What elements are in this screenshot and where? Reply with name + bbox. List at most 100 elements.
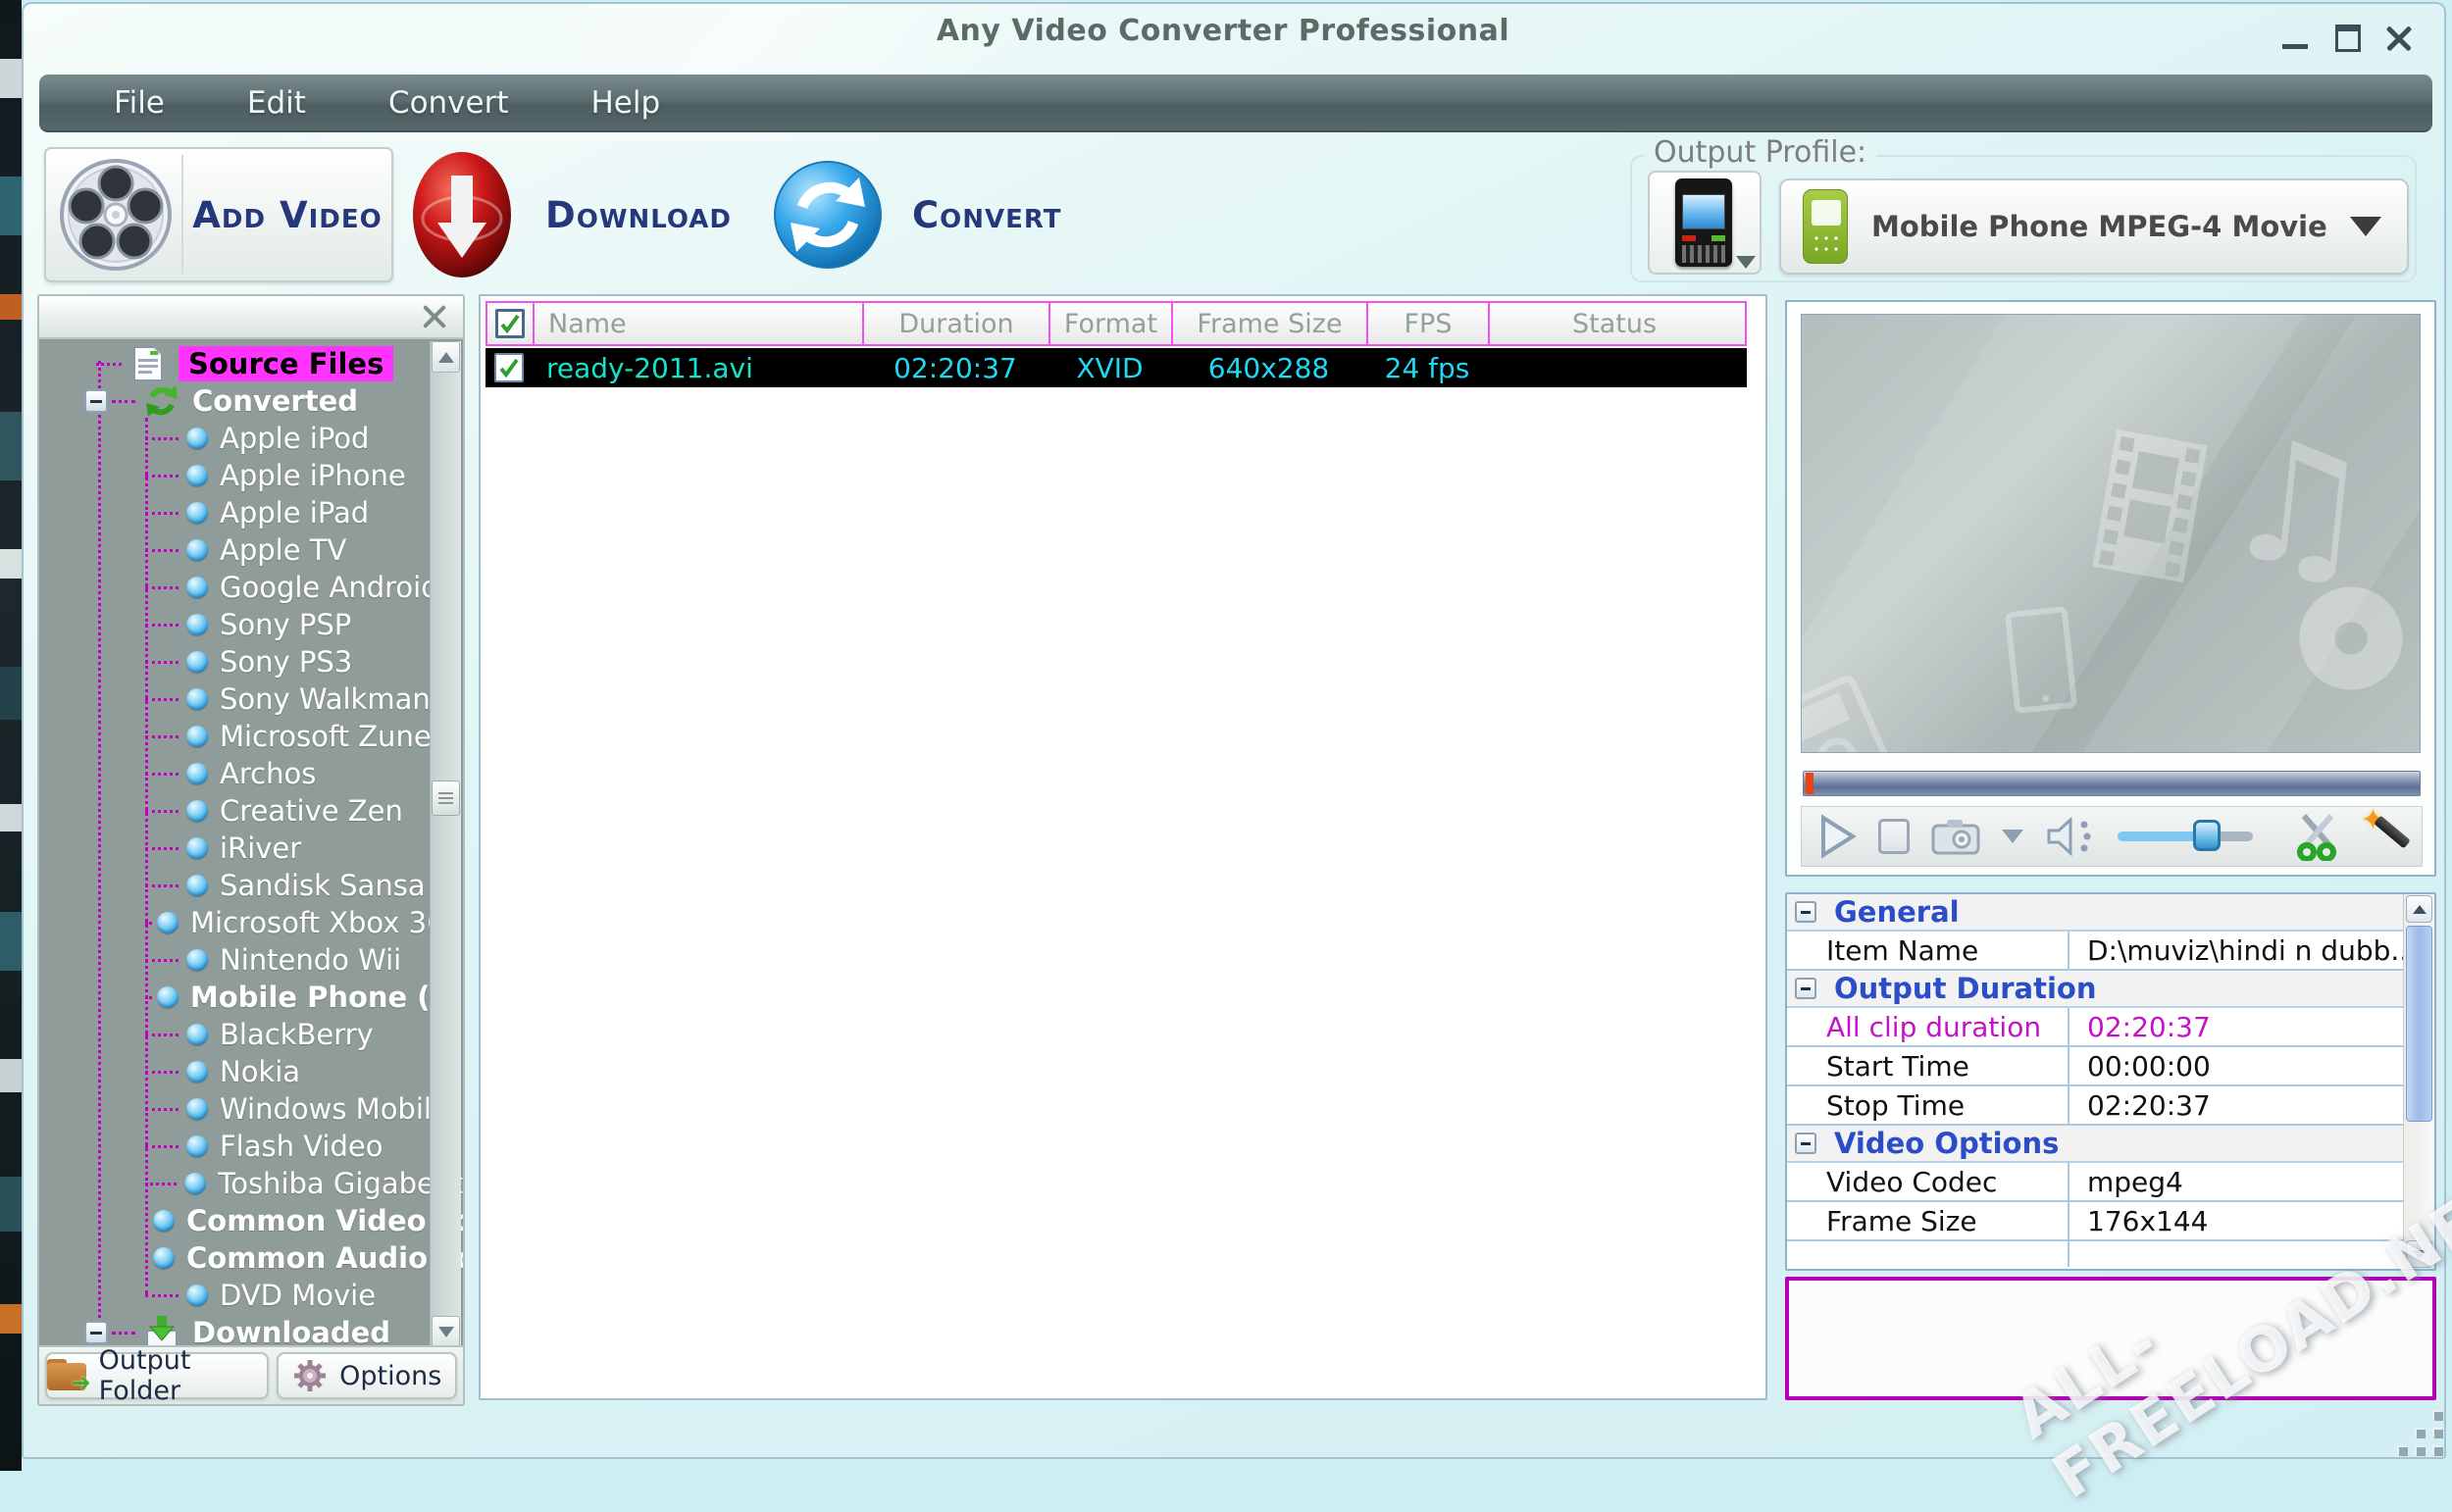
seek-bar[interactable]: [1803, 771, 2421, 796]
tree-scrollbar[interactable]: [430, 341, 461, 1347]
checkbox-checked-icon[interactable]: [494, 353, 524, 382]
maximize-button[interactable]: [2326, 20, 2370, 57]
tree-item-sony-psp[interactable]: Sony PSP: [39, 606, 463, 643]
scrollbar-thumb[interactable]: [432, 781, 460, 816]
tree-item-sony-walkman[interactable]: Sony Walkman: [39, 680, 463, 718]
tree-item-flash-video[interactable]: Flash Video: [39, 1128, 463, 1165]
convert-label: Convert: [912, 194, 1062, 236]
column-header-frame-size[interactable]: Frame Size: [1173, 303, 1368, 344]
properties-scrollbar[interactable]: [2403, 894, 2434, 1269]
menu-help[interactable]: Help: [550, 75, 702, 130]
tree-item-apple-ipad[interactable]: Apple iPad: [39, 494, 463, 531]
tree-item-windows-mobile[interactable]: Windows Mobile: [39, 1090, 463, 1128]
property-value[interactable]: mpeg4: [2068, 1163, 2403, 1200]
tree-item-converted[interactable]: Converted: [39, 382, 463, 420]
minimize-button[interactable]: [2273, 20, 2317, 57]
tree-item-blackberry[interactable]: BlackBerry: [39, 1016, 463, 1053]
section-collapse-icon[interactable]: [1795, 901, 1816, 923]
property-value[interactable]: D:\muviz\hindi n dubb...: [2068, 932, 2403, 969]
tree-item-apple-tv[interactable]: Apple TV: [39, 531, 463, 569]
tree-item-sandisk-sansa[interactable]: Sandisk Sansa: [39, 867, 463, 904]
tree-item-apple-ipod[interactable]: Apple iPod: [39, 420, 463, 457]
output-folder-button[interactable]: ➜ Output Folder: [45, 1352, 269, 1399]
collapse-toggle-icon[interactable]: [84, 1321, 108, 1344]
snapshot-button[interactable]: [1931, 818, 1980, 855]
volume-slider[interactable]: [2118, 832, 2253, 841]
column-header-format[interactable]: Format: [1050, 303, 1173, 344]
device-bullet-icon: [186, 875, 208, 896]
tree-item-google-android[interactable]: Google Android: [39, 569, 463, 606]
menu-edit[interactable]: Edit: [206, 75, 347, 130]
tree-item-common-audio-formats[interactable]: Common Audio For: [39, 1239, 463, 1277]
effects-wand-button[interactable]: ✦: [2363, 813, 2406, 860]
section-collapse-icon[interactable]: [1795, 1133, 1816, 1154]
property-value[interactable]: 02:20:37: [2068, 1008, 2403, 1045]
device-bullet-icon: [186, 465, 208, 486]
menu-file[interactable]: File: [73, 75, 206, 130]
section-collapse-icon[interactable]: [1795, 978, 1816, 999]
play-button[interactable]: [1817, 814, 1857, 859]
tree-item-archos[interactable]: Archos: [39, 755, 463, 792]
property-value[interactable]: 176x144: [2068, 1202, 2403, 1239]
seek-position-marker[interactable]: [1806, 773, 1813, 794]
property-value[interactable]: 02:20:37: [2068, 1086, 2403, 1124]
column-header-duration[interactable]: Duration: [864, 303, 1050, 344]
stop-button[interactable]: [1878, 819, 1910, 854]
row-checkbox-cell[interactable]: [485, 348, 533, 387]
tree-item-toshiba-gigabeat[interactable]: Toshiba Gigabeat: [39, 1165, 463, 1202]
device-bullet-icon: [186, 502, 208, 524]
tree-item-nokia[interactable]: Nokia: [39, 1053, 463, 1090]
tree-item-nintendo-wii[interactable]: Nintendo Wii: [39, 941, 463, 979]
menu-bar: File Edit Convert Help: [39, 75, 2432, 132]
phone-outline-icon: [2005, 606, 2078, 714]
column-header-name[interactable]: Name: [535, 303, 864, 344]
collapse-toggle-icon[interactable]: [84, 389, 108, 413]
close-button[interactable]: [2377, 20, 2421, 57]
tree-item-source-files[interactable]: Source Files: [39, 345, 463, 382]
resize-grip[interactable]: [2399, 1412, 2448, 1461]
device-bullet-icon: [186, 428, 208, 449]
cell-duration: 02:20:37: [862, 348, 1048, 387]
tree-item-dvd-movie[interactable]: DVD Movie: [39, 1277, 463, 1314]
convert-button[interactable]: Convert: [773, 147, 1062, 282]
scroll-down-button[interactable]: [2406, 1240, 2432, 1268]
download-button[interactable]: Download: [408, 147, 732, 282]
tree-item-xbox-360[interactable]: Microsoft Xbox 360: [39, 904, 463, 941]
scroll-down-button[interactable]: [432, 1316, 460, 1347]
close-icon: [2384, 24, 2414, 53]
options-button[interactable]: Options: [277, 1352, 457, 1399]
info-preview-box: [1785, 1277, 2436, 1400]
volume-icon[interactable]: [2045, 815, 2096, 858]
tree-item-iriver[interactable]: iRiver: [39, 830, 463, 867]
property-value[interactable]: 00:00:00: [2068, 1047, 2403, 1084]
scroll-up-button[interactable]: [2406, 895, 2432, 923]
menu-convert[interactable]: Convert: [347, 75, 550, 130]
cell-status: [1488, 348, 1737, 387]
tree-item-common-video-formats[interactable]: Common Video For: [39, 1202, 463, 1239]
add-video-button[interactable]: Add Video: [44, 147, 393, 282]
select-all-checkbox-cell[interactable]: [487, 303, 535, 344]
tree-item-downloaded[interactable]: Downloaded: [39, 1314, 463, 1349]
tree-item-mobile-phone[interactable]: Mobile Phone (9): [39, 979, 463, 1016]
column-header-status[interactable]: Status: [1490, 303, 1739, 344]
tree-item-creative-zen[interactable]: Creative Zen: [39, 792, 463, 830]
snapshot-menu-arrow[interactable]: [2002, 830, 2023, 843]
device-profile-button[interactable]: [1648, 171, 1762, 275]
column-header-fps[interactable]: FPS: [1368, 303, 1490, 344]
device-bullet-icon: [186, 577, 208, 598]
profile-dropdown[interactable]: Mobile Phone MPEG-4 Movie (*.mp4): [1779, 178, 2409, 275]
scrollbar-thumb[interactable]: [2406, 926, 2432, 1122]
dropdown-arrow-icon: [2350, 217, 2381, 236]
panel-close-icon[interactable]: [420, 302, 449, 331]
tree-item-microsoft-zune[interactable]: Microsoft Zune: [39, 718, 463, 755]
device-bullet-icon: [186, 1098, 208, 1120]
scroll-up-button[interactable]: [432, 341, 460, 373]
screen: { "window": { "title": "Any Video Conver…: [0, 0, 2452, 1471]
volume-slider-thumb[interactable]: [2193, 820, 2221, 851]
file-row[interactable]: ready-2011.avi 02:20:37 XVID 640x288 24 …: [485, 348, 1747, 387]
device-bullet-icon: [157, 986, 179, 1008]
tree-item-apple-iphone[interactable]: Apple iPhone: [39, 457, 463, 494]
checkbox-checked-icon[interactable]: [495, 309, 525, 338]
tree-item-sony-ps3[interactable]: Sony PS3: [39, 643, 463, 680]
clip-scissors-button[interactable]: [2296, 812, 2341, 861]
